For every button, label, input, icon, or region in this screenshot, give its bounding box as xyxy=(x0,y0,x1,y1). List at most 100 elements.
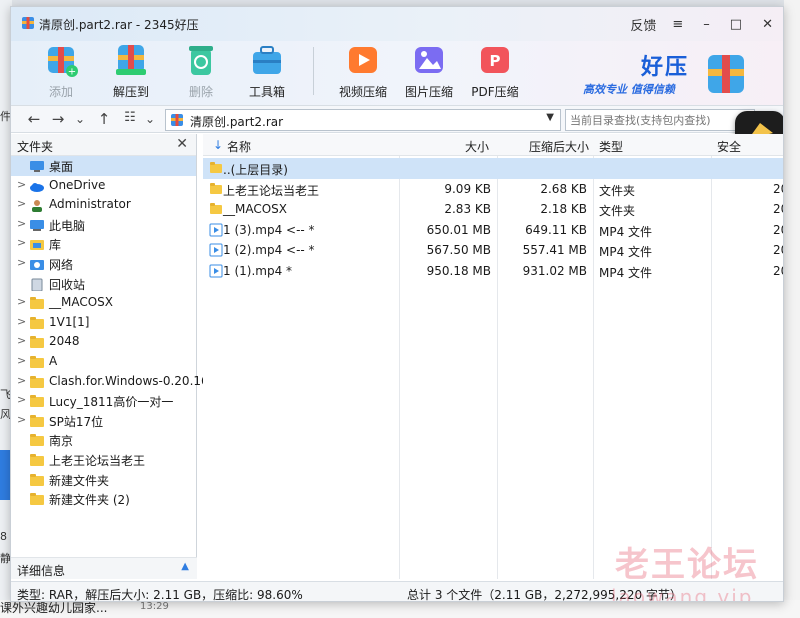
extract-to-button[interactable]: 解压到 xyxy=(101,41,161,100)
chevron-right-icon[interactable]: > xyxy=(17,315,26,328)
tree-item[interactable]: 新建文件夹 (2) xyxy=(11,489,196,509)
tree-item[interactable]: > __MACOSX xyxy=(11,293,196,313)
menu-button[interactable]: ≡ xyxy=(662,17,693,32)
watermark-url: laowang.vip xyxy=(611,585,754,602)
tree-item[interactable]: 新建文件夹 xyxy=(11,470,196,490)
tree-item-label: __MACOSX xyxy=(49,295,114,310)
chevron-right-icon[interactable]: > xyxy=(17,178,26,191)
column-type[interactable]: 类型 xyxy=(599,138,623,155)
column-size[interactable]: 大小 xyxy=(465,138,489,155)
tree-item-label: OneDrive xyxy=(49,177,106,192)
toolbox-button[interactable]: 工具箱 xyxy=(237,41,297,100)
cloud-icon xyxy=(30,182,44,192)
tree-item[interactable]: 回收站 xyxy=(11,274,196,294)
view-mode-button[interactable]: ☷ xyxy=(119,110,141,125)
search-input[interactable] xyxy=(566,110,726,130)
feedback-button[interactable]: 反馈 xyxy=(624,15,662,34)
tree-item[interactable]: > A xyxy=(11,352,196,372)
file-list-header: ↓ 名称 大小 压缩后大小 类型 安全 xyxy=(203,134,783,156)
tree-item-label: 1V1[1] xyxy=(49,314,90,329)
tree-item[interactable]: > OneDrive xyxy=(11,176,196,196)
close-button[interactable]: ✕ xyxy=(752,17,783,32)
title-bar: 清原创.part2.rar - 2345好压 反馈 ≡ – □ ✕ xyxy=(11,7,783,41)
file-packed-size: 2.68 KB xyxy=(540,181,587,196)
view-mode-dropdown[interactable]: ⌄ xyxy=(139,112,161,126)
minimize-button[interactable]: – xyxy=(693,17,720,32)
folder-icon xyxy=(30,453,44,466)
history-dropdown[interactable]: ⌄ xyxy=(69,112,91,126)
file-extra: 20 xyxy=(773,264,783,278)
watermark-text: 老王论坛 xyxy=(615,545,759,585)
folder-icon xyxy=(210,162,222,173)
chevron-right-icon[interactable]: > xyxy=(17,393,26,406)
folder-icon xyxy=(30,414,44,427)
extract-to-label: 解压到 xyxy=(112,85,149,99)
chevron-right-icon[interactable]: > xyxy=(17,197,26,210)
tree-item-label: 上老王论坛当老王 xyxy=(49,453,146,468)
video-file-icon xyxy=(209,243,223,257)
tree-item[interactable]: > 库 xyxy=(11,234,196,254)
file-row[interactable]: 1 (2).mp4 <-- * 567.50 MB 557.41 MB MP4 文件 2… xyxy=(203,240,783,261)
tree-item[interactable]: > Clash.for.Windows-0.20.16 xyxy=(11,372,209,392)
svg-text:P: P xyxy=(490,52,501,70)
column-security[interactable]: 安全 xyxy=(717,138,741,155)
file-size: 650.01 MB xyxy=(426,222,491,237)
brand-box-icon xyxy=(708,55,744,93)
video-compress-button[interactable]: 视频压缩 xyxy=(333,41,393,100)
tree-item[interactable]: > SP站17位 xyxy=(11,411,196,431)
file-row[interactable]: __MACOSX 2.83 KB 2.18 KB 文件夹 20 xyxy=(203,199,783,220)
file-type: MP4 文件 xyxy=(599,266,653,280)
add-button[interactable]: + 添加 xyxy=(31,41,91,100)
chevron-right-icon[interactable]: > xyxy=(17,256,26,269)
chevron-right-icon[interactable]: > xyxy=(17,217,26,230)
close-panel-icon[interactable]: ✕ xyxy=(176,136,188,152)
tree-item[interactable]: > Lucy_1811高价一对一 xyxy=(11,391,196,411)
tree-item[interactable]: > 此电脑 xyxy=(11,215,196,235)
chevron-right-icon[interactable]: > xyxy=(17,374,26,387)
chevron-right-icon[interactable]: > xyxy=(17,334,26,347)
file-row[interactable]: ..(上层目录) xyxy=(203,158,783,179)
chevron-right-icon[interactable]: > xyxy=(17,236,26,249)
column-name[interactable]: 名称 xyxy=(227,138,251,155)
pdf-compress-button[interactable]: P PDF压缩 xyxy=(465,41,525,100)
folder-icon xyxy=(30,434,44,447)
folder-icon xyxy=(30,395,44,408)
file-row[interactable]: 上老王论坛当老王 9.09 KB 2.68 KB 文件夹 20 xyxy=(203,179,783,200)
folder-icon xyxy=(30,336,44,349)
video-compress-icon xyxy=(349,47,377,73)
path-field[interactable]: 清原创.part2.rar ▼ xyxy=(165,109,561,131)
tree-item[interactable]: 桌面 xyxy=(11,156,196,176)
tree-item[interactable]: > 网络 xyxy=(11,254,196,274)
maximize-button[interactable]: □ xyxy=(720,17,752,32)
tree-item[interactable]: >1V1[1] xyxy=(11,313,196,333)
path-dropdown-icon[interactable]: ▼ xyxy=(546,112,554,123)
user-icon xyxy=(32,200,42,213)
chevron-right-icon[interactable]: > xyxy=(17,413,26,426)
folder-icon xyxy=(210,182,222,194)
tree-item[interactable]: 上老王论坛当老王 xyxy=(11,450,196,470)
folder-tree-panel: 文件夹 ✕ 桌面 > OneDrive > Administrator > 此电脑 > 库 > 网络… xyxy=(11,134,209,579)
tree-item[interactable]: 南京 xyxy=(11,430,196,450)
file-row[interactable]: 1 (3).mp4 <-- * 650.01 MB 649.11 KB MP4 文件 2… xyxy=(203,220,783,241)
back-button[interactable]: ← xyxy=(23,110,45,128)
tree-item[interactable]: >2048 xyxy=(11,332,196,352)
library-icon xyxy=(30,240,44,251)
up-button[interactable]: ↑ xyxy=(93,110,115,128)
column-packed-size[interactable]: 压缩后大小 xyxy=(529,138,589,155)
add-archive-icon: + xyxy=(48,47,78,78)
rar-archive-icon xyxy=(22,17,34,29)
forward-button[interactable]: → xyxy=(47,110,69,128)
image-compress-button[interactable]: 图片压缩 xyxy=(399,41,459,100)
folder-tree-title: 文件夹 xyxy=(17,140,54,154)
file-type: MP4 文件 xyxy=(599,245,653,260)
haozip-window: 清原创.part2.rar - 2345好压 反馈 ≡ – □ ✕ + 添加 解… xyxy=(10,6,784,602)
video-file-icon xyxy=(209,223,223,237)
tree-item[interactable]: > Administrator xyxy=(11,195,196,215)
search-field[interactable] xyxy=(565,109,755,131)
delete-button[interactable]: 删除 xyxy=(171,41,231,100)
chevron-right-icon[interactable]: > xyxy=(17,354,26,367)
details-panel-toggle[interactable]: 详细信息 ▲ xyxy=(11,557,197,579)
chevron-right-icon[interactable]: > xyxy=(17,295,26,308)
tree-item-label: 2048 xyxy=(49,334,80,349)
file-row[interactable]: 1 (1).mp4 * 950.18 MB 931.02 MB MP4 文件 20 xyxy=(203,261,783,282)
